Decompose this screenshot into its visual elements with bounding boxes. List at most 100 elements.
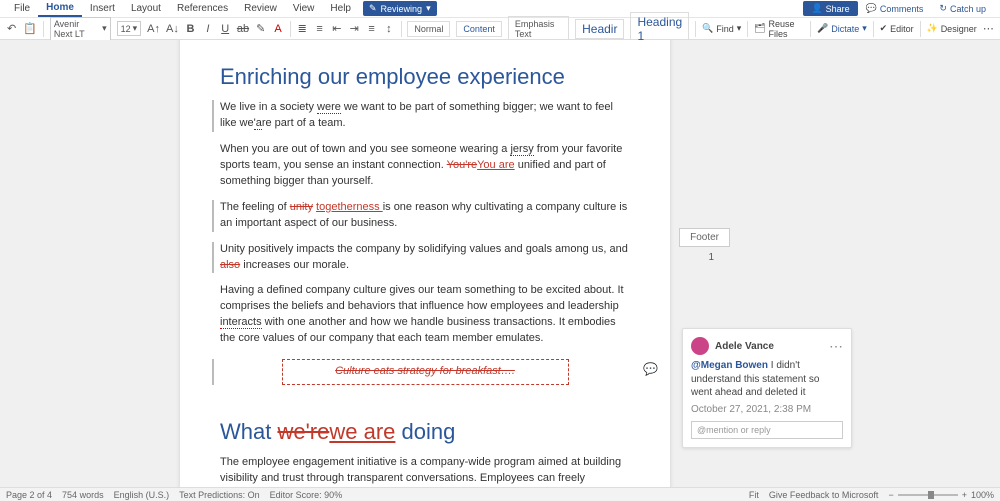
menu-layout[interactable]: Layout — [123, 1, 169, 16]
text: re part of a team. — [262, 117, 346, 129]
zoom-value: 100% — [971, 490, 994, 500]
highlight-icon[interactable]: ✎ — [255, 22, 266, 36]
zoom-slider[interactable] — [898, 494, 958, 496]
quote-text: Culture eats strategy for breakfast…. — [335, 365, 515, 377]
status-words[interactable]: 754 words — [62, 490, 104, 500]
status-page[interactable]: Page 2 of 4 — [6, 490, 52, 500]
status-feedback[interactable]: Give Feedback to Microsoft — [769, 490, 879, 500]
dictate-button[interactable]: 🎤 Dictate ▾ — [817, 23, 867, 34]
status-language[interactable]: English (U.S.) — [114, 490, 170, 500]
designer-button[interactable]: ✨ Designer — [926, 23, 976, 34]
status-predictions[interactable]: Text Predictions: On — [179, 490, 260, 500]
dictate-label: Dictate — [831, 24, 859, 34]
menu-file[interactable]: File — [6, 1, 38, 16]
menu-insert[interactable]: Insert — [82, 1, 123, 16]
heading-1[interactable]: Enriching our employee experience — [220, 64, 630, 90]
quote-para[interactable]: Culture eats strategy for breakfast…. 💬 — [212, 359, 630, 385]
comments-label: Comments — [880, 4, 924, 14]
para-4[interactable]: Unity positively impacts the company by … — [212, 242, 630, 274]
zoom-control[interactable]: − + 100% — [888, 490, 994, 500]
bullets-icon[interactable]: ≣ — [297, 22, 308, 36]
text: What — [220, 419, 277, 444]
undo-icon[interactable]: ↶ — [6, 22, 17, 36]
zoom-out-icon[interactable]: − — [888, 490, 893, 500]
avatar — [691, 337, 709, 355]
spelling-error[interactable]: were — [317, 101, 341, 114]
heading-2[interactable]: What we'rewe are doing — [220, 419, 630, 445]
comments-button[interactable]: 💬 Comments — [858, 1, 932, 16]
status-editor-score[interactable]: Editor Score: 90% — [270, 490, 343, 500]
reviewing-mode-button[interactable]: ✎ Reviewing ▾ — [363, 1, 437, 16]
paste-icon[interactable]: 📋 — [23, 22, 37, 36]
outdent-icon[interactable]: ⇤ — [331, 22, 342, 36]
menu-help[interactable]: Help — [322, 1, 359, 16]
tracked-delete[interactable]: also — [220, 259, 240, 271]
underline-button[interactable]: U — [220, 22, 231, 36]
spacing-icon[interactable]: ↕ — [383, 22, 394, 36]
designer-label: Designer — [941, 24, 977, 34]
more-icon[interactable]: ⋯ — [983, 22, 994, 36]
grow-font-icon[interactable]: A↑ — [147, 22, 160, 36]
reply-input[interactable]: @mention or reply — [691, 421, 843, 439]
footer-label[interactable]: Footer — [679, 228, 730, 247]
para-6[interactable]: The employee engagement initiative is a … — [220, 455, 630, 487]
italic-button[interactable]: I — [202, 22, 213, 36]
reviewing-label: Reviewing — [381, 4, 423, 14]
text: When you are out of town and you see som… — [220, 143, 510, 155]
tracked-insert[interactable]: togetherness — [316, 201, 383, 213]
text: Unity positively impacts the company by … — [220, 243, 628, 255]
page[interactable]: Enriching our employee experience We liv… — [180, 40, 670, 487]
font-color-icon[interactable]: A — [272, 22, 283, 36]
tracked-delete[interactable]: You're — [447, 159, 477, 171]
zoom-in-icon[interactable]: + — [962, 490, 967, 500]
menu-references[interactable]: References — [169, 1, 236, 16]
deleted-quote[interactable]: Culture eats strategy for breakfast…. — [282, 359, 569, 385]
text: We live in a society — [220, 101, 317, 113]
comment-card[interactable]: Adele Vance ⋯ @Megan Bowen I didn't unde… — [682, 328, 852, 448]
style-content[interactable]: Content — [456, 21, 502, 37]
page-number-label: 1 — [708, 252, 714, 263]
text: The feeling of — [220, 201, 290, 213]
document-canvas: Enriching our employee experience We liv… — [0, 40, 1000, 487]
mention[interactable]: @Megan Bowen — [691, 360, 768, 371]
align-icon[interactable]: ≡ — [366, 22, 377, 36]
menu-home[interactable]: Home — [38, 0, 82, 17]
menu-view[interactable]: View — [285, 1, 323, 16]
tracked-insert[interactable]: You are — [477, 159, 515, 171]
catchup-button[interactable]: ↻ Catch up — [931, 1, 994, 16]
para-3[interactable]: The feeling of unity togetherness is one… — [212, 200, 630, 232]
tracked-delete[interactable]: we're — [277, 419, 329, 444]
menu-review[interactable]: Review — [236, 1, 285, 16]
font-size-select[interactable]: 12▾ — [117, 21, 142, 36]
find-button[interactable]: 🔍 Find ▾ — [702, 23, 741, 34]
para-2[interactable]: When you are out of town and you see som… — [220, 142, 630, 190]
status-bar: Page 2 of 4 754 words English (U.S.) Tex… — [0, 487, 1000, 501]
para-5[interactable]: Having a defined company culture gives o… — [220, 283, 630, 347]
indent-icon[interactable]: ⇥ — [349, 22, 360, 36]
numbering-icon[interactable]: ≡ — [314, 22, 325, 36]
spelling-error[interactable]: jersy — [510, 143, 533, 156]
tracked-delete[interactable]: unity — [290, 201, 313, 213]
editor-button[interactable]: ✔ Editor — [880, 23, 914, 34]
bold-button[interactable]: B — [185, 22, 196, 36]
style-emphasis[interactable]: Emphasis Text — [508, 16, 569, 42]
reuse-label: Reuse Files — [769, 19, 805, 39]
para-1[interactable]: We live in a society were we want to be … — [212, 100, 630, 132]
text: increases our morale. — [240, 259, 349, 271]
ribbon: ↶ 📋 Avenir Next LT▾ 12▾ A↑ A↓ B I U ab ✎… — [0, 18, 1000, 40]
font-family-select[interactable]: Avenir Next LT▾ — [50, 17, 111, 41]
tracked-insert[interactable]: we are — [329, 419, 395, 444]
comment-menu-icon[interactable]: ⋯ — [829, 343, 843, 349]
strike-button[interactable]: ab — [237, 22, 249, 36]
spelling-error[interactable]: 'a — [254, 117, 262, 130]
comment-glyph-icon[interactable]: 💬 — [643, 361, 658, 378]
style-headir[interactable]: Headir — [575, 19, 624, 39]
share-button[interactable]: 👤 Share — [803, 1, 857, 16]
editor-label: Editor — [890, 24, 914, 34]
text: with one another and how we handle busin… — [220, 316, 616, 344]
shrink-font-icon[interactable]: A↓ — [166, 22, 179, 36]
grammar-error[interactable]: interacts — [220, 316, 262, 329]
status-fit[interactable]: Fit — [749, 490, 759, 500]
reuse-files-button[interactable]: 🗂 Reuse Files — [754, 19, 804, 39]
style-normal[interactable]: Normal — [407, 21, 450, 37]
